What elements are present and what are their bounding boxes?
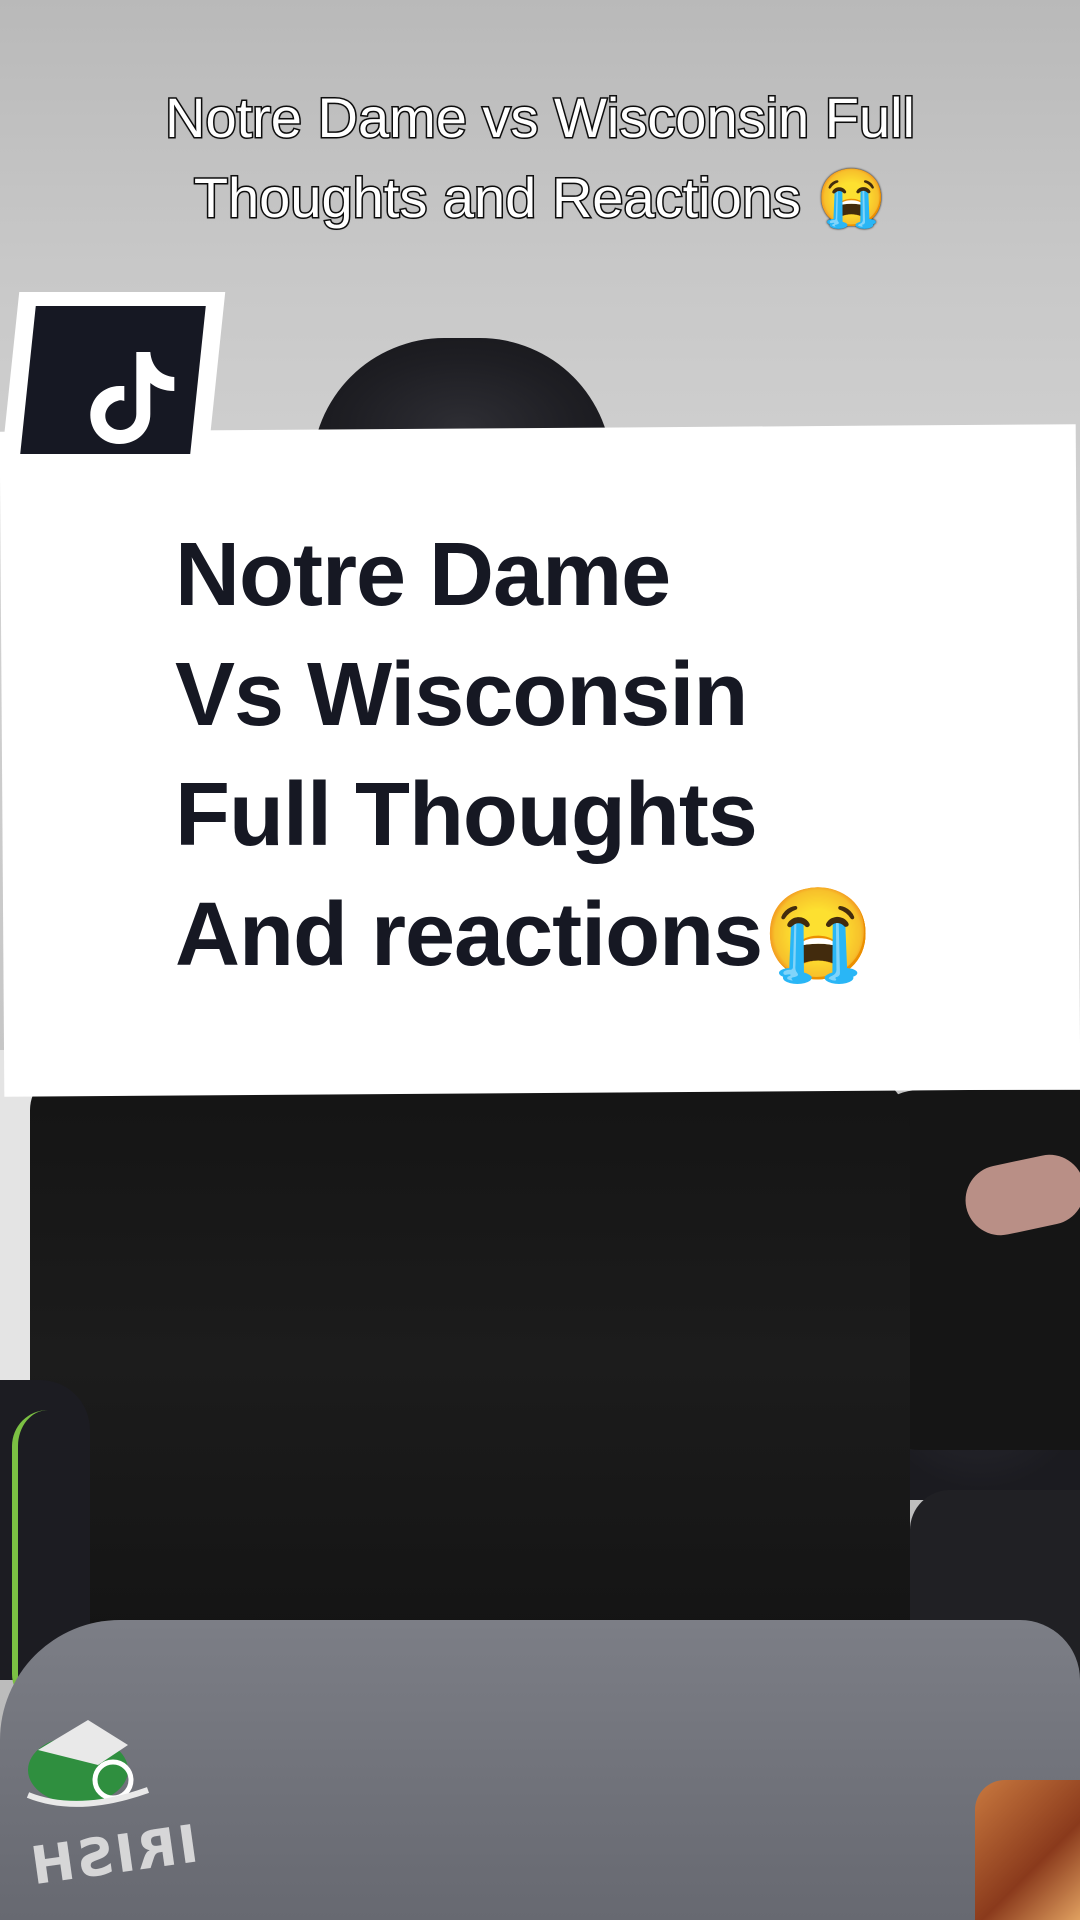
card-line-1: Notre Dame [175, 525, 671, 625]
card-heading: Notre Dame Vs Wisconsin Full Thoughts An… [175, 515, 1035, 995]
video-caption: Notre Dame vs Wisconsin Full Thoughts an… [40, 78, 1040, 238]
caption-line-1: Notre Dame vs Wisconsin Full [164, 85, 917, 151]
blanket-pattern [975, 1780, 1080, 1920]
video-frame: IRISH Notre Dame vs Wisconsin Full Thoug… [0, 0, 1080, 1920]
caption-line-2: Thoughts and Reactions 😭 [192, 165, 887, 231]
black-hoodie [30, 1070, 910, 1710]
leprechaun-logo-icon [26, 1720, 150, 1807]
card-line-3: Full Thoughts [175, 765, 758, 865]
tiktok-badge-bg [20, 306, 206, 454]
card-line-4: And reactions😭 [175, 885, 874, 985]
tiktok-badge [0, 292, 226, 468]
card-line-2: Vs Wisconsin [175, 645, 748, 745]
tiktok-logo-icon [90, 352, 175, 444]
